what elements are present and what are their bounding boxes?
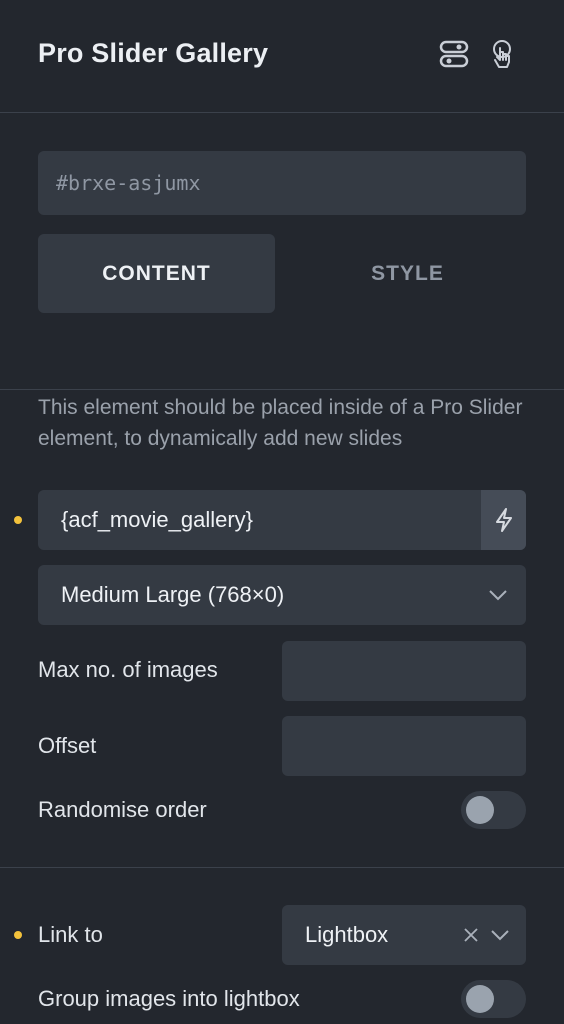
toggle-knob (466, 985, 494, 1013)
max-images-input[interactable] (282, 641, 526, 701)
link-to-value: Lightbox (305, 922, 389, 947)
group-lightbox-toggle[interactable] (461, 980, 526, 1018)
info-text: This element should be placed inside of … (38, 396, 523, 450)
panel-title: Pro Slider Gallery (38, 38, 269, 68)
tab-content[interactable]: CONTENT (38, 234, 275, 313)
pointer-hand-icon[interactable] (488, 38, 520, 70)
offset-label: Offset (38, 733, 97, 758)
link-to-select[interactable]: Lightbox (282, 905, 526, 965)
max-images-label: Max no. of images (38, 657, 218, 682)
tab-style[interactable]: STYLE (289, 234, 526, 313)
randomise-order-label: Randomise order (38, 797, 207, 822)
image-size-select[interactable]: Medium Large (768×0) (38, 565, 526, 625)
section-divider (0, 867, 564, 868)
image-size-value: Medium Large (768×0) (61, 582, 285, 607)
offset-input[interactable] (282, 716, 526, 776)
clear-icon (464, 928, 478, 942)
group-lightbox-label: Group images into lightbox (38, 986, 300, 1011)
gallery-source-value: {acf_movie_gallery} (61, 507, 254, 532)
settings-panel: Pro Slider Gallery #brxe-asjumx CONTENT … (0, 0, 564, 1024)
gallery-source-field[interactable]: {acf_movie_gallery} (38, 490, 526, 550)
tabs-divider (0, 389, 564, 390)
chevron-down-icon (491, 930, 509, 941)
dynamic-data-button[interactable] (481, 490, 526, 550)
chevron-down-icon (489, 590, 507, 601)
toggles-icon[interactable] (438, 38, 470, 70)
randomise-order-toggle[interactable] (461, 791, 526, 829)
lightning-icon (495, 508, 512, 532)
link-to-label: Link to (38, 922, 103, 947)
element-id-input[interactable]: #brxe-asjumx (38, 151, 526, 215)
modified-indicator-dot (14, 516, 22, 524)
panel-header: Pro Slider Gallery (0, 0, 564, 112)
header-divider (0, 112, 564, 113)
modified-indicator-dot (14, 931, 22, 939)
toggle-knob (466, 796, 494, 824)
